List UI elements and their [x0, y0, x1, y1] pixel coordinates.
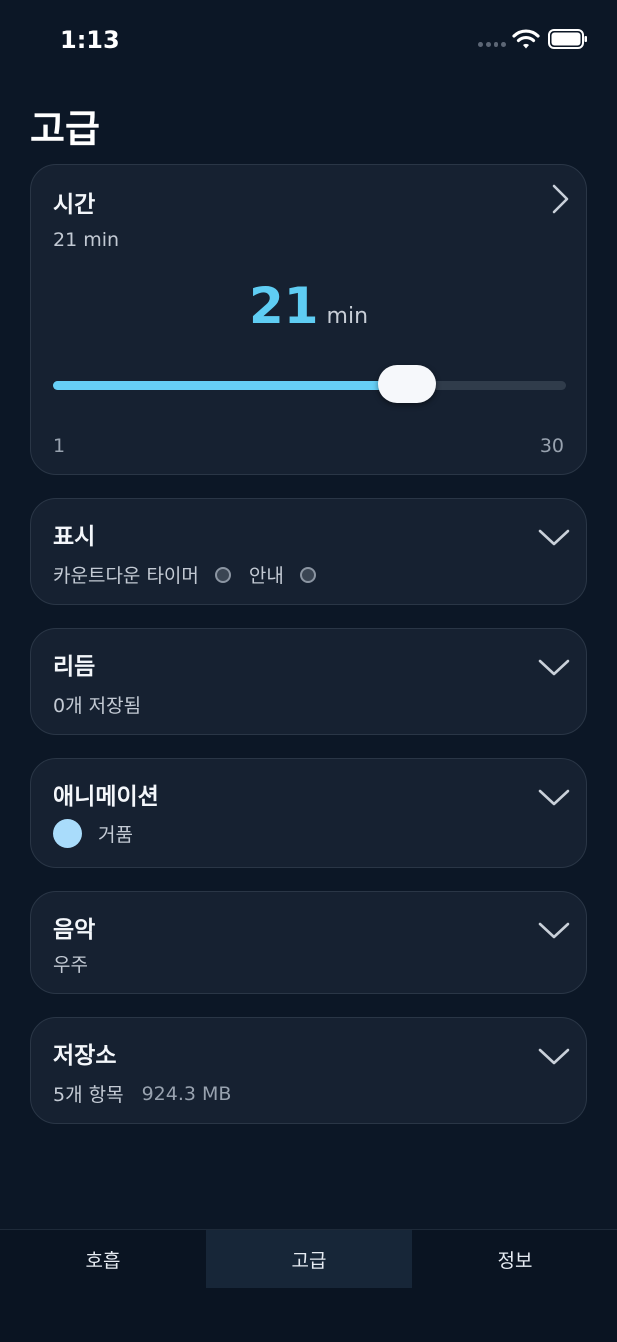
duration-slider-thumb[interactable]	[377, 365, 436, 403]
display-options: 카운트다운 타이머 안내	[53, 561, 334, 588]
duration-display: 21 min	[31, 277, 586, 335]
chevron-right-icon[interactable]	[549, 183, 571, 215]
time-card-title: 시간	[53, 192, 96, 218]
chevron-down-icon[interactable]	[537, 1046, 571, 1066]
status-time: 1:13	[60, 26, 120, 54]
chevron-down-icon[interactable]	[537, 920, 571, 940]
music-card-title: 음악	[53, 917, 96, 943]
animation-selection: 거품	[53, 819, 133, 848]
animation-card-title: 애니메이션	[53, 784, 159, 810]
storage-size: 924.3 MB	[141, 1082, 232, 1105]
countdown-timer-radio[interactable]	[214, 566, 231, 583]
countdown-timer-label: 카운트다운 타이머	[53, 565, 199, 587]
animation-card[interactable]: 애니메이션 거품	[30, 758, 587, 868]
guide-label: 안내	[248, 565, 284, 587]
duration-value: 21	[248, 277, 319, 335]
storage-card[interactable]: 저장소 5개 항목 924.3 MB	[30, 1017, 587, 1124]
screen: 1:13 고급 시간 21 min 21 min 1 30 표시 카운트다운 타…	[0, 0, 617, 1342]
page-title: 고급	[30, 107, 100, 151]
bubble-icon	[53, 819, 82, 848]
chevron-down-icon[interactable]	[537, 787, 571, 807]
chevron-down-icon[interactable]	[537, 657, 571, 677]
battery-icon	[548, 29, 587, 49]
slider-max-label: 30	[539, 435, 564, 457]
display-card-title: 표시	[53, 524, 96, 550]
duration-slider[interactable]	[53, 365, 566, 403]
animation-selected-label: 거품	[98, 824, 133, 846]
storage-card-title: 저장소	[53, 1043, 117, 1069]
guide-radio[interactable]	[299, 566, 316, 583]
tab-breathing[interactable]: 호흡	[0, 1230, 206, 1288]
tab-advanced[interactable]: 고급	[206, 1230, 412, 1288]
tab-info[interactable]: 정보	[412, 1230, 617, 1288]
cellular-signal-icon	[478, 42, 506, 48]
time-card[interactable]: 시간 21 min 21 min 1 30	[30, 164, 587, 475]
storage-summary: 5개 항목 924.3 MB	[53, 1080, 231, 1107]
time-card-subtitle: 21 min	[53, 229, 120, 251]
slider-min-label: 1	[53, 435, 66, 457]
storage-item-count: 5개 항목	[53, 1084, 124, 1106]
music-card-subtitle: 우주	[53, 954, 88, 976]
rhythm-card-title: 리듬	[53, 654, 96, 680]
music-card[interactable]: 음악 우주	[30, 891, 587, 994]
duration-slider-fill	[53, 381, 407, 390]
duration-unit: min	[326, 304, 369, 329]
wifi-icon	[512, 29, 540, 49]
rhythm-card-subtitle: 0개 저장됨	[53, 695, 142, 717]
chevron-down-icon[interactable]	[537, 527, 571, 547]
rhythm-card[interactable]: 리듬 0개 저장됨	[30, 628, 587, 735]
display-card[interactable]: 표시 카운트다운 타이머 안내	[30, 498, 587, 605]
tab-bar: 호흡 고급 정보	[0, 1229, 617, 1342]
